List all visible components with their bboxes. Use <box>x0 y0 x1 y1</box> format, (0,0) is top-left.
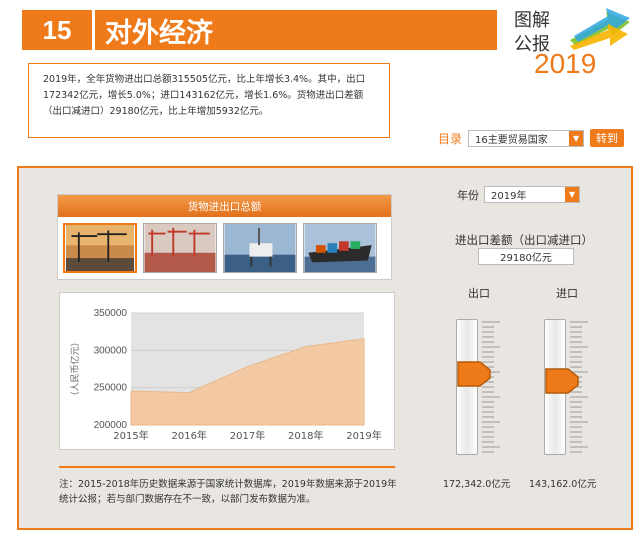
thumbnail-container-terminal[interactable] <box>143 223 217 273</box>
chevron-down-icon: ▼ <box>565 187 579 202</box>
thumbnail-cargo-ship[interactable] <box>303 223 377 273</box>
import-value: 143,162.0亿元 <box>529 479 597 490</box>
toc-nav: 目录 16主要贸易国家 ▼ 转到 <box>438 129 625 147</box>
trade-chart: 200000 250000 300000 350000 2015年 2016年 2017年… <box>59 292 395 450</box>
thumbnail-strip <box>58 217 391 279</box>
image-box: 货物进出口总额 <box>57 194 392 280</box>
report-logo: 图解 公报 2019 <box>512 4 632 80</box>
import-label: 进口 <box>556 287 578 300</box>
year-selector-row: 年份 2019年 ▼ <box>457 186 580 203</box>
thumbnail-oil-platform[interactable] <box>223 223 297 273</box>
note-divider <box>59 466 395 468</box>
export-gauge-handle[interactable] <box>456 360 492 388</box>
y-tick-label: 350000 <box>94 308 128 319</box>
port-cranes-image <box>65 225 135 271</box>
page-title: 对外经济 <box>95 10 497 50</box>
import-gauge-handle[interactable] <box>544 367 580 395</box>
go-button[interactable]: 转到 <box>590 129 625 147</box>
chevron-down-icon: ▼ <box>569 130 584 146</box>
logo-year: 2019 <box>534 48 597 79</box>
toc-select[interactable]: 16主要贸易国家 ▼ <box>468 129 585 147</box>
x-tick-label: 2018年 <box>288 429 323 442</box>
thumbnail-port-cranes[interactable] <box>63 223 137 273</box>
section-number: 15 <box>22 10 92 50</box>
x-tick-labels: 2015年 2016年 2017年 2018年 2019年 <box>113 429 381 442</box>
cargo-ship-image <box>304 224 376 272</box>
toc-label: 目录 <box>438 131 463 146</box>
image-box-title: 货物进出口总额 <box>58 195 391 217</box>
container-terminal-image <box>144 224 216 272</box>
year-label: 年份 <box>457 188 479 202</box>
y-tick-label: 200000 <box>94 420 128 431</box>
y-tick-labels: 200000 250000 300000 350000 <box>94 308 128 431</box>
y-tick-label: 250000 <box>94 383 128 394</box>
year-selected: 2019年 <box>491 191 527 202</box>
arrow-logo-icon <box>570 8 630 50</box>
y-axis-label: （人民币亿元） <box>69 337 81 400</box>
data-source-note: 注：2015-2018年历史数据来源于国家统计数据库，2019年数据来源于201… <box>59 479 397 505</box>
export-value: 172,342.0亿元 <box>443 479 511 490</box>
toc-selected: 16主要贸易国家 <box>475 134 548 146</box>
export-label: 出口 <box>468 287 490 300</box>
balance-label: 进出口差额（出口减进口） <box>455 233 593 247</box>
x-tick-label: 2015年 <box>113 429 148 442</box>
oil-platform-image <box>224 224 296 272</box>
year-select[interactable]: 2019年 ▼ <box>484 186 580 203</box>
x-tick-label: 2019年 <box>346 429 381 442</box>
area-chart: 200000 250000 300000 350000 2015年 2016年 2017年… <box>69 308 382 442</box>
x-tick-label: 2017年 <box>230 429 265 442</box>
summary-text: 2019年，全年货物进出口总额315505亿元，比上年增长3.4%。其中，出口1… <box>28 63 390 138</box>
y-tick-label: 300000 <box>94 345 128 356</box>
x-tick-label: 2016年 <box>172 429 207 442</box>
logo-line1: 图解 <box>514 10 550 31</box>
export-gauge[interactable] <box>456 319 502 455</box>
balance-value: 29180亿元 <box>478 248 574 265</box>
main-panel: 货物进出口总额 200000 250000 300000 350000 2015… <box>17 166 633 530</box>
import-gauge[interactable] <box>544 319 590 455</box>
